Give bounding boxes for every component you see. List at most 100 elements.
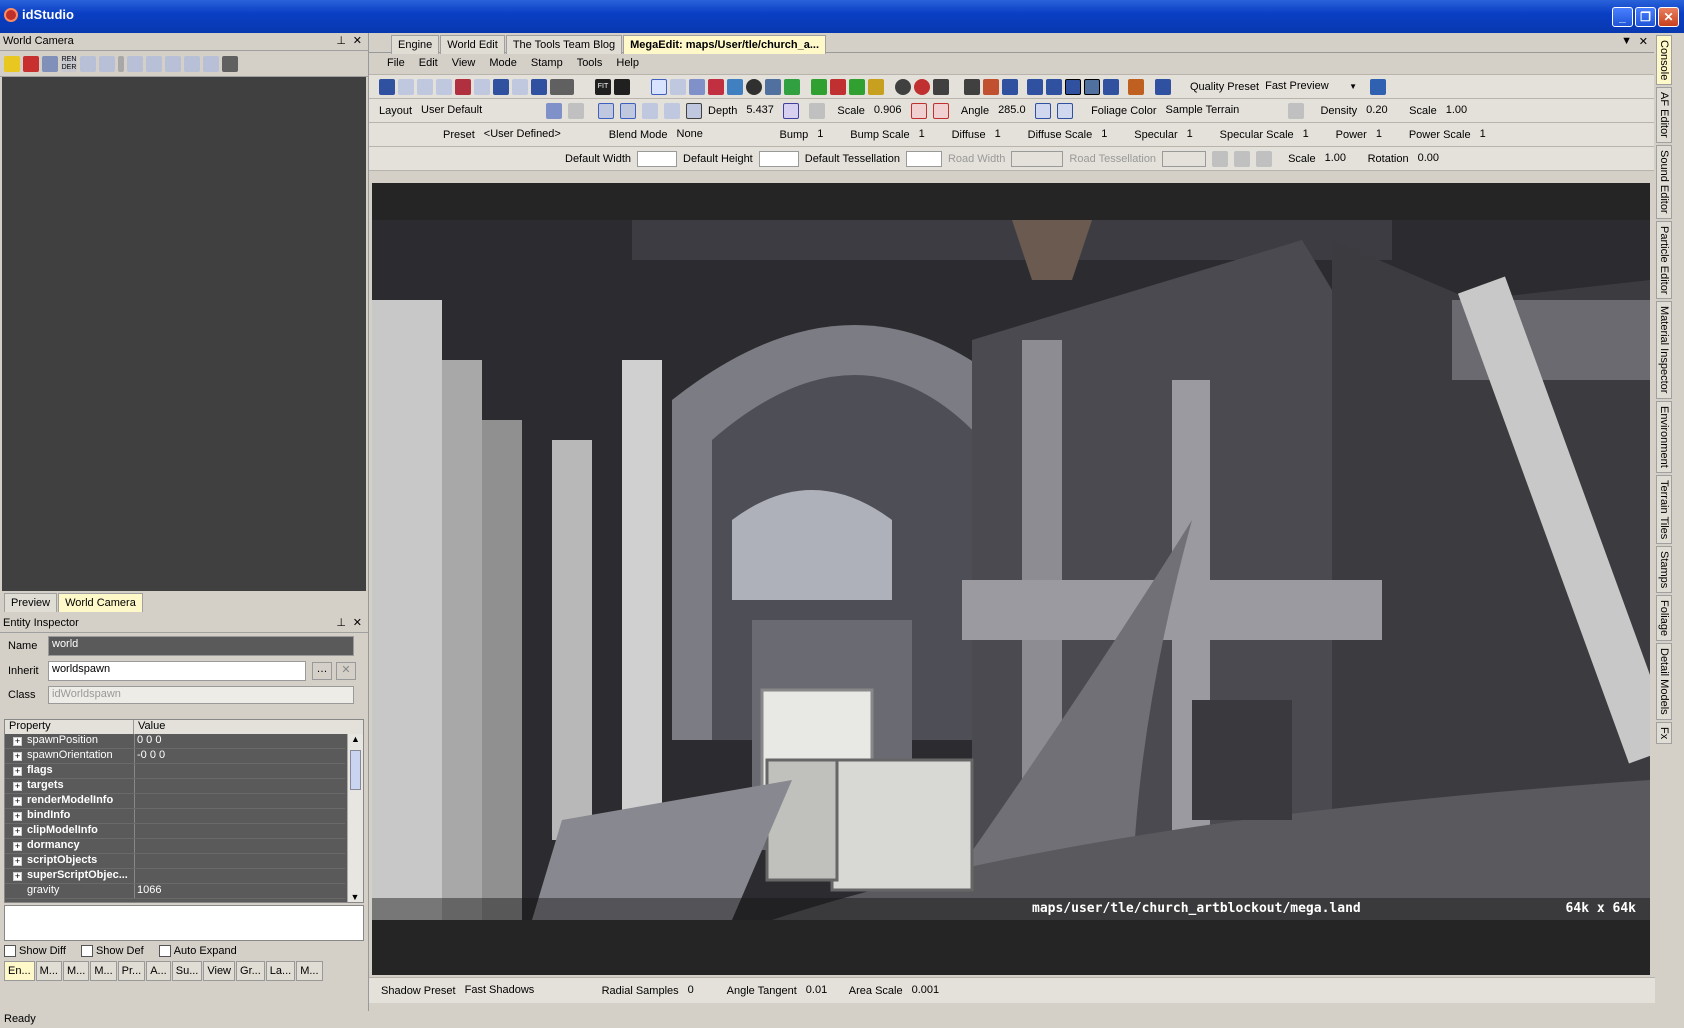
brush-soft-icon[interactable] <box>620 102 637 119</box>
expand-icon[interactable]: + <box>13 767 22 776</box>
road-width-field[interactable] <box>1011 150 1064 167</box>
area-scale-field[interactable]: 0.001 <box>909 983 959 999</box>
window5-icon[interactable] <box>1103 78 1119 95</box>
bottom-tab[interactable]: En... <box>4 961 35 982</box>
tab-world-edit[interactable]: World Edit <box>440 35 505 54</box>
scale-field[interactable]: 0.906 <box>871 103 905 119</box>
property-value[interactable]: 0 0 0 <box>134 734 345 748</box>
close-icon[interactable]: ✕ <box>353 34 362 47</box>
dock-tab[interactable]: Foliage <box>1656 595 1672 642</box>
quality-select[interactable]: Fast Preview <box>1262 79 1346 95</box>
property-value[interactable] <box>134 854 345 868</box>
angle-field[interactable]: 285.0 <box>995 103 1029 119</box>
view-icon[interactable] <box>42 55 58 72</box>
brush-icon[interactable] <box>670 78 686 95</box>
box-icon[interactable] <box>146 55 162 72</box>
pin-icon[interactable]: ⊥ <box>336 34 346 47</box>
default-height-field[interactable] <box>758 150 799 167</box>
property-row[interactable]: gravity 1066 <box>5 884 345 899</box>
tab-engine[interactable]: Engine <box>391 35 440 54</box>
property-row[interactable]: + superScriptObjec... <box>5 869 345 884</box>
property-row[interactable]: + dormancy <box>5 839 345 854</box>
rotation-field[interactable]: 0.00 <box>1415 151 1455 167</box>
align-icon[interactable] <box>550 78 574 95</box>
sphere-remove-icon[interactable] <box>914 78 930 95</box>
property-row[interactable]: + targets <box>5 779 345 794</box>
property-row[interactable]: + bindInfo <box>5 809 345 824</box>
minimize-button[interactable]: _ <box>1612 7 1633 27</box>
browse-button[interactable]: … <box>312 662 332 680</box>
expand-icon[interactable]: + <box>13 737 22 746</box>
property-row[interactable]: + spawnPosition 0 0 0 <box>5 734 345 749</box>
3d-viewport[interactable]: maps/user/tle/church_artblockout/mega.la… <box>372 220 1650 920</box>
reset-scale-icon[interactable] <box>932 102 949 119</box>
angle-reset-icon[interactable] <box>1057 102 1074 119</box>
dock-tab[interactable]: Sound Editor <box>1656 145 1672 219</box>
copy-icon[interactable] <box>436 78 452 95</box>
dock-tab[interactable]: Detail Models <box>1656 643 1672 720</box>
property-value[interactable] <box>134 764 345 778</box>
angle-random-icon[interactable] <box>1035 102 1052 119</box>
property-value[interactable] <box>134 794 345 808</box>
show-diff-checkbox[interactable]: Show Diff <box>4 945 66 958</box>
tab-list-icon[interactable]: ▼ <box>1621 35 1632 47</box>
globe-icon[interactable] <box>203 55 219 72</box>
random-icon[interactable] <box>910 102 927 119</box>
menu-mode[interactable]: Mode <box>489 57 517 69</box>
bump-scale-field[interactable]: 1 <box>916 127 946 143</box>
close-icon[interactable]: ✕ <box>353 616 362 629</box>
menu-view[interactable]: View <box>452 57 476 69</box>
depth-field[interactable]: 5.437 <box>743 103 777 119</box>
menu-stamp[interactable]: Stamp <box>531 57 563 69</box>
green-square-icon[interactable] <box>784 78 800 95</box>
property-value[interactable]: 1066 <box>134 884 345 898</box>
bottom-tab[interactable]: M... <box>296 961 323 982</box>
sun-icon[interactable] <box>1128 78 1144 95</box>
person-icon[interactable] <box>165 55 181 72</box>
bottom-tab[interactable]: A... <box>146 961 171 982</box>
refresh-icon[interactable] <box>80 55 96 72</box>
road-link-icon[interactable] <box>1234 150 1251 167</box>
target-icon[interactable] <box>746 78 762 95</box>
dock-tab[interactable]: Console <box>1656 35 1672 86</box>
add-icon[interactable] <box>727 78 743 95</box>
scroll-down-icon[interactable]: ▼ <box>348 892 362 902</box>
clear-icon[interactable]: ✕ <box>336 662 356 680</box>
property-value[interactable] <box>134 839 345 853</box>
world-camera-view[interactable] <box>2 77 366 591</box>
property-row[interactable]: + clipModelInfo <box>5 824 345 839</box>
duplicate-icon[interactable] <box>512 78 528 95</box>
split-icon[interactable] <box>983 78 999 95</box>
render-icon[interactable]: REN DER <box>61 55 77 72</box>
property-row[interactable]: + scriptObjects <box>5 854 345 869</box>
new-icon[interactable] <box>398 78 414 95</box>
radial-samples-field[interactable]: 0 <box>685 983 721 999</box>
paste-icon[interactable] <box>474 78 490 95</box>
save-icon[interactable] <box>379 78 395 95</box>
angle-tangent-field[interactable]: 0.01 <box>803 983 843 999</box>
open-icon[interactable] <box>417 78 433 95</box>
bottom-tab[interactable]: Pr... <box>117 961 146 982</box>
layers-icon[interactable] <box>184 55 200 72</box>
dock-tab[interactable]: AF Editor <box>1656 87 1672 144</box>
property-row[interactable]: + renderModelInfo <box>5 794 345 809</box>
tab-megaedit[interactable]: MegaEdit: maps/User/tle/church_a... <box>623 35 827 54</box>
road-add-icon[interactable] <box>1212 150 1229 167</box>
dock-tab[interactable]: Terrain Tiles <box>1656 474 1672 544</box>
frame-icon[interactable] <box>964 78 980 95</box>
tab-tools-blog[interactable]: The Tools Team Blog <box>505 35 623 54</box>
blend-mode-select[interactable]: None <box>674 127 770 143</box>
bottom-tab[interactable]: Su... <box>171 961 203 982</box>
show-def-checkbox[interactable]: Show Def <box>80 945 144 958</box>
close-doc-icon[interactable]: ✕ <box>1639 35 1648 48</box>
foliage-color-select[interactable]: Sample Terrain <box>1162 103 1282 119</box>
delete-icon[interactable] <box>708 78 724 95</box>
property-value[interactable]: -0 0 0 <box>134 749 345 763</box>
brush-smooth-icon[interactable] <box>664 102 681 119</box>
layout-select[interactable]: User Default <box>418 103 540 119</box>
sphere-icon[interactable] <box>895 78 911 95</box>
diffuse-field[interactable]: 1 <box>992 127 1022 143</box>
select-icon[interactable] <box>651 78 667 95</box>
render-settings-icon[interactable] <box>1370 78 1387 95</box>
restore-button[interactable]: ❐ <box>1635 7 1656 27</box>
